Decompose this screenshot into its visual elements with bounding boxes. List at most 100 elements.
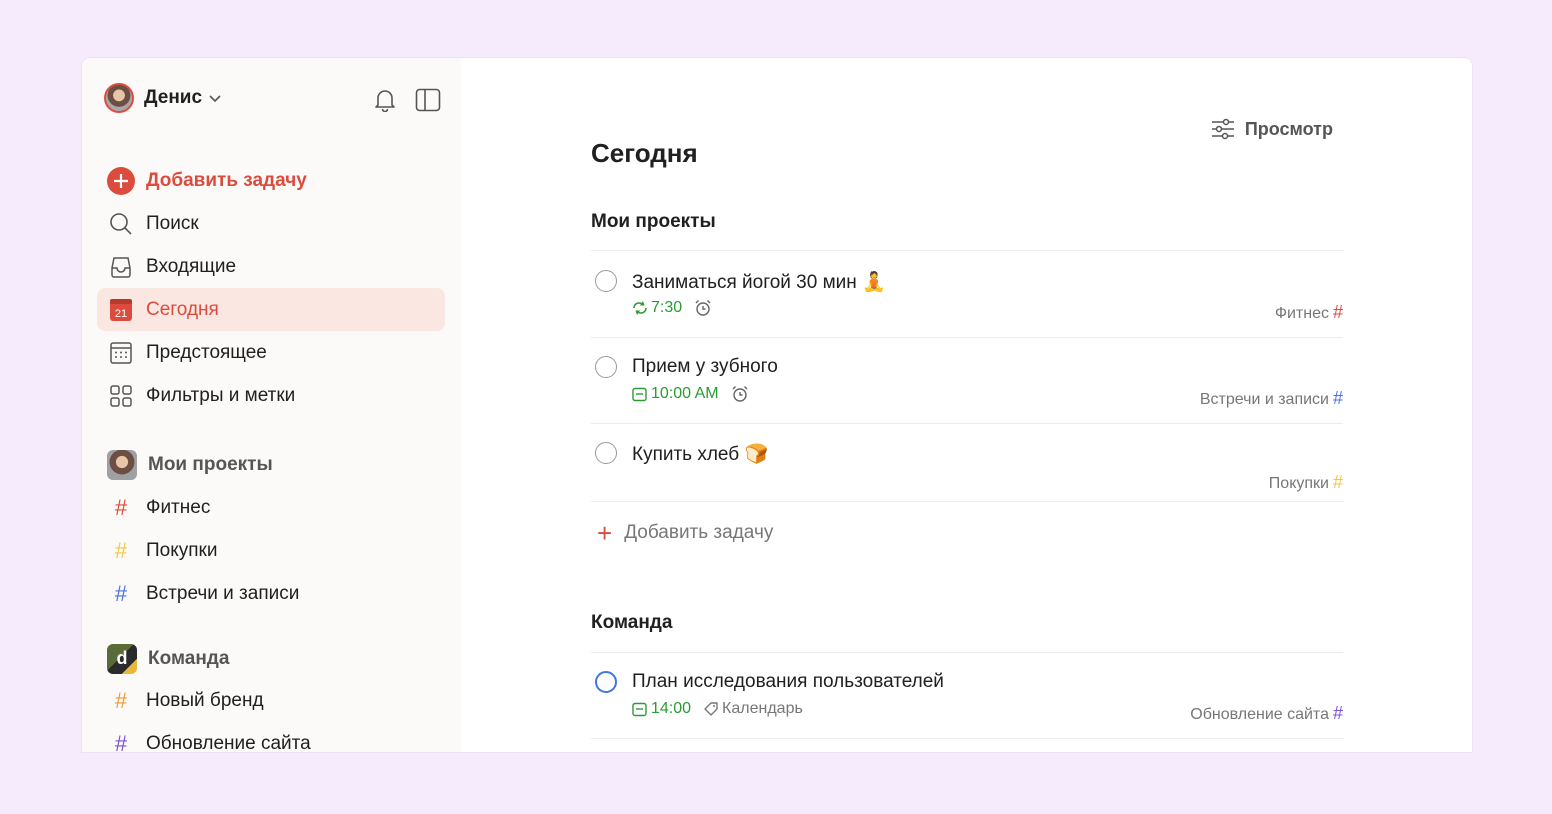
task-title: Купить хлеб 🍞 <box>632 444 769 465</box>
task-title: План исследования пользователей <box>632 671 944 692</box>
sidebar-item-filters[interactable]: Фильтры и метки <box>97 374 445 417</box>
alarm-icon[interactable] <box>694 299 712 317</box>
task-meta: 10:00 AM <box>632 385 749 403</box>
sidebar-toggle-icon[interactable] <box>414 86 442 114</box>
task-checkbox[interactable] <box>595 442 617 464</box>
task-project-name: Обновление сайта <box>1190 706 1329 723</box>
section-my-projects[interactable]: Мои проекты <box>107 443 447 486</box>
project-name: Покупки <box>146 539 218 561</box>
add-task-button[interactable]: Добавить задачу <box>97 159 445 202</box>
sliders-icon <box>1211 118 1234 140</box>
task-checkbox[interactable] <box>595 356 617 378</box>
task-checkbox[interactable] <box>595 671 617 693</box>
app-window: Денис Добавить задачу Поиск Входящие 21 … <box>82 58 1472 752</box>
task-label-text: Календарь <box>722 700 803 717</box>
sidebar-project-shopping[interactable]: # Покупки <box>107 529 447 572</box>
hash-icon: # <box>114 687 128 713</box>
team-logo: d <box>107 643 137 674</box>
hash-icon: # <box>1332 388 1343 408</box>
sidebar-item-label: Фильтры и метки <box>146 384 296 406</box>
sidebar: Денис Добавить задачу Поиск Входящие 21 … <box>82 58 461 752</box>
view-label: Просмотр <box>1244 118 1333 139</box>
add-task-label: Добавить задачу <box>624 522 774 543</box>
alarm-icon[interactable] <box>731 385 749 403</box>
main-nav: Добавить задачу Поиск Входящие 21 Сегодн… <box>97 159 445 417</box>
project-name: Фитнес <box>146 496 211 518</box>
add-task-label: Добавить задачу <box>146 169 307 191</box>
task-project-name: Встречи и записи <box>1199 391 1329 408</box>
calendar-grid-icon <box>107 339 135 367</box>
task-meta: 7:30 <box>632 299 712 317</box>
main-content: Просмотр Сегодня Мои проекты Заниматься … <box>461 58 1472 752</box>
user-menu[interactable]: Денис <box>104 80 222 116</box>
hash-icon: # <box>114 494 128 520</box>
task-row[interactable]: Купить хлеб 🍞 Покупки # <box>591 442 1343 498</box>
sidebar-item-label: Входящие <box>146 255 237 277</box>
sidebar-project-new-brand[interactable]: # Новый бренд <box>107 679 447 722</box>
hash-icon: # <box>1332 302 1343 322</box>
project-name: Обновление сайта <box>146 732 311 753</box>
project-name: Встречи и записи <box>146 582 300 604</box>
svg-text:21: 21 <box>115 308 127 320</box>
sidebar-item-search[interactable]: Поиск <box>97 202 445 245</box>
divider <box>591 250 1343 251</box>
plus-icon: + <box>597 518 613 548</box>
sidebar-item-inbox[interactable]: Входящие <box>97 245 445 288</box>
inline-add-task-button[interactable]: + Добавить задачу <box>597 520 773 546</box>
divider <box>591 337 1343 338</box>
task-checkbox[interactable] <box>595 270 617 292</box>
user-name: Денис <box>144 87 203 108</box>
search-icon <box>107 210 135 238</box>
task-date[interactable]: 14:00 <box>632 700 691 718</box>
task-title: Прием у зубного <box>632 356 778 377</box>
task-project[interactable]: Фитнес # <box>1275 302 1343 323</box>
group-title: Команда <box>591 612 673 633</box>
avatar <box>104 83 134 113</box>
project-name: Новый бренд <box>146 689 264 711</box>
divider <box>591 501 1343 502</box>
tag-icon <box>704 702 718 716</box>
divider <box>591 423 1343 424</box>
calendar-today-icon: 21 <box>107 296 135 324</box>
task-meta: 14:00 Календарь <box>632 700 803 718</box>
page-title: Сегодня <box>591 138 698 168</box>
task-row[interactable]: Прием у зубного 10:00 AM Встречи и запис… <box>591 356 1343 416</box>
section-team[interactable]: d Команда <box>107 637 447 680</box>
task-project-name: Покупки <box>1268 475 1329 492</box>
inbox-icon <box>107 253 135 281</box>
task-label[interactable]: Календарь <box>703 700 803 718</box>
sidebar-item-upcoming[interactable]: Предстоящее <box>97 331 445 374</box>
divider <box>591 652 1343 653</box>
team-logo-letter: d <box>116 648 128 668</box>
task-date[interactable]: 10:00 AM <box>632 385 719 403</box>
task-row[interactable]: Заниматься йогой 30 мин 🧘 7:30 Фитнес # <box>591 270 1343 330</box>
task-time[interactable]: 7:30 <box>632 299 682 317</box>
hash-icon: # <box>114 580 128 606</box>
filters-grid-icon <box>107 382 135 410</box>
task-project[interactable]: Обновление сайта # <box>1190 703 1343 724</box>
view-button[interactable]: Просмотр <box>1211 118 1333 140</box>
task-time-value: 7:30 <box>651 299 683 316</box>
section-title: Команда <box>148 647 230 669</box>
task-time-value: 14:00 <box>651 700 692 717</box>
hash-icon: # <box>114 537 128 563</box>
sidebar-project-meetings[interactable]: # Встречи и записи <box>107 572 447 615</box>
recurring-icon <box>633 301 647 315</box>
hash-icon: # <box>114 730 128 753</box>
task-project-name: Фитнес <box>1274 305 1329 322</box>
task-row[interactable]: План исследования пользователей 14:00 Ка… <box>591 671 1343 731</box>
task-time-value: 10:00 AM <box>651 385 719 402</box>
sidebar-project-fitness[interactable]: # Фитнес <box>107 486 447 529</box>
task-project[interactable]: Встречи и записи # <box>1200 388 1343 409</box>
bell-icon[interactable] <box>371 86 399 114</box>
add-circle-icon <box>107 166 135 195</box>
sidebar-item-today[interactable]: 21 Сегодня <box>97 288 445 331</box>
sidebar-item-label: Поиск <box>146 212 199 234</box>
task-project[interactable]: Покупки # <box>1269 472 1343 493</box>
task-title: Заниматься йогой 30 мин 🧘 <box>632 272 886 293</box>
calendar-icon <box>632 702 647 716</box>
hash-icon: # <box>1332 703 1343 723</box>
avatar <box>107 449 137 480</box>
sidebar-project-site-update[interactable]: # Обновление сайта <box>107 722 447 753</box>
group-title: Мои проекты <box>591 211 716 232</box>
